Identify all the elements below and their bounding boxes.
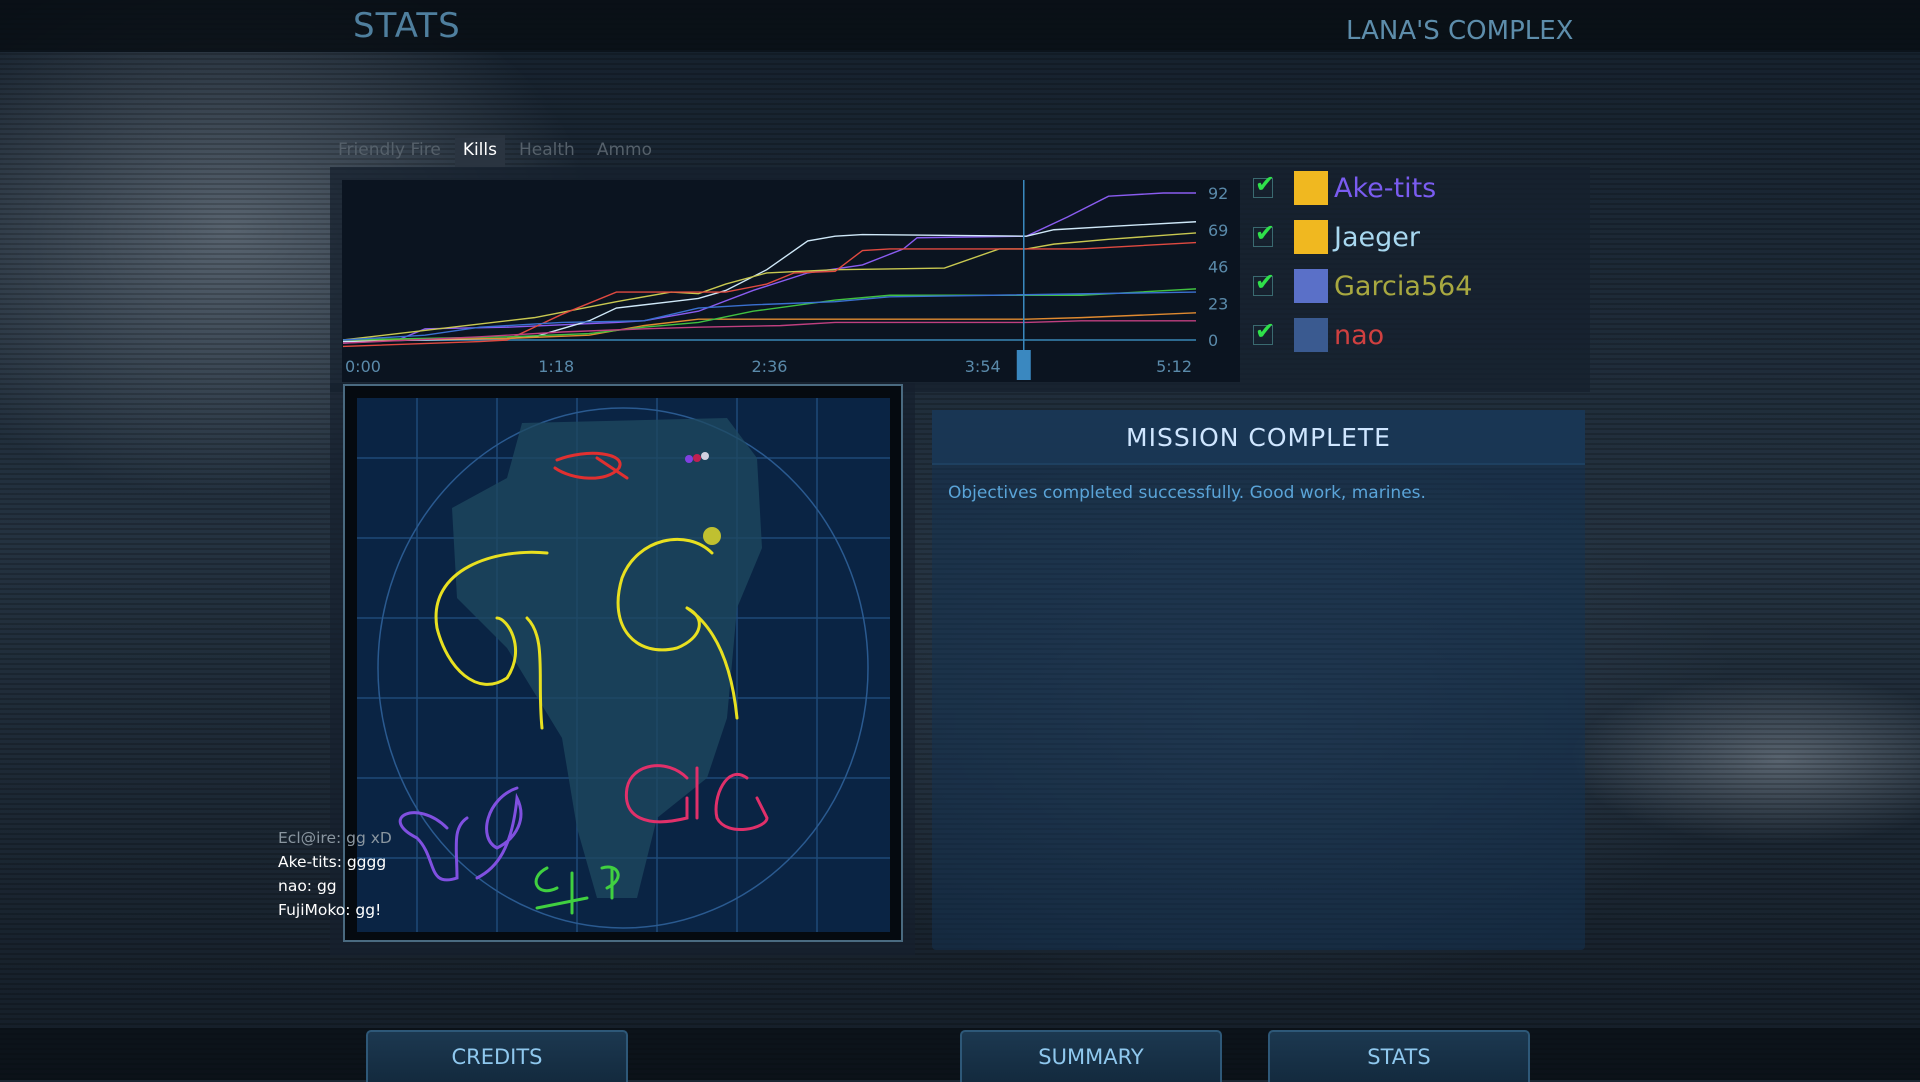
y-tick-label: 0: [1208, 331, 1218, 350]
player-name: Garcia564: [1334, 270, 1473, 302]
map-name: LANA'S COMPLEX: [1346, 16, 1574, 46]
checkmark-icon: ✔: [1255, 317, 1276, 345]
y-tick-label: 46: [1208, 258, 1228, 277]
chat-message: nao: gg: [278, 877, 337, 895]
anime-girl-avatar: [1294, 269, 1328, 303]
yellow-cartoon-avatar: [1294, 171, 1328, 205]
y-tick-label: 23: [1208, 294, 1228, 313]
player-name: Jaeger: [1334, 221, 1420, 253]
y-tick-label: 92: [1208, 184, 1228, 203]
mission-panel: MISSION COMPLETE Objectives completed su…: [932, 410, 1585, 950]
credits-button[interactable]: CREDITS: [366, 1030, 628, 1082]
checkmark-icon: ✔: [1255, 268, 1276, 296]
player-row: ✔ Garcia564: [1253, 266, 1472, 306]
minimap-frame: [343, 384, 903, 942]
player-name: nao: [1334, 319, 1385, 351]
x-tick-label: 2:36: [752, 357, 788, 376]
player-row: ✔ nao: [1253, 315, 1384, 355]
chat-message: FujiMoko: gg!: [278, 901, 382, 919]
player-toggle-checkbox[interactable]: ✔: [1253, 317, 1275, 345]
x-tick-label: 3:54: [965, 357, 1001, 376]
mission-title: MISSION COMPLETE: [932, 410, 1585, 465]
chart-svg[interactable]: 0:00 1:18 2:36 3:54 5:12 0 23 46 69 92: [342, 180, 1240, 382]
top-bar: [0, 0, 1920, 52]
series-line-series-6: [342, 288, 1197, 341]
stat-tabs: Friendly Fire Kills Health Ammo: [330, 135, 666, 167]
minimap-drawing: [357, 398, 890, 932]
player-toggle-checkbox[interactable]: ✔: [1253, 219, 1275, 247]
tab-health[interactable]: Health: [511, 135, 583, 167]
player-row: ✔ Ake-tits: [1253, 168, 1436, 208]
chat-message: Ake-tits: gggg: [278, 853, 387, 871]
series-line-series-7: [342, 291, 1197, 341]
page-title: STATS: [353, 6, 461, 46]
kills-chart[interactable]: 0:00 1:18 2:36 3:54 5:12 0 23 46 69 92: [342, 180, 1240, 382]
time-scrubber-handle[interactable]: [1016, 350, 1031, 380]
chat-message: Ecl@ire: gg xD: [278, 829, 392, 847]
chat-log: Ecl@ire: gg xD Ake-tits: gggg nao: gg Fu…: [278, 826, 392, 922]
tab-friendly-fire[interactable]: Friendly Fire: [330, 135, 449, 167]
x-tick-label: 0:00: [345, 357, 381, 376]
blue-space-avatar: [1294, 318, 1328, 352]
checkmark-icon: ✔: [1255, 219, 1276, 247]
tab-ammo[interactable]: Ammo: [589, 135, 660, 167]
mission-description: Objectives completed successfully. Good …: [948, 483, 1426, 503]
stats-button[interactable]: STATS: [1268, 1030, 1530, 1082]
series-line-Jaeger: [342, 221, 1197, 343]
x-tick-label: 1:18: [538, 357, 574, 376]
minimap[interactable]: [357, 398, 890, 932]
player-toggle-checkbox[interactable]: ✔: [1253, 268, 1275, 296]
checkmark-icon: ✔: [1255, 170, 1276, 198]
tab-kills[interactable]: Kills: [454, 135, 505, 167]
x-tick-label: 5:12: [1156, 357, 1192, 376]
player-row: ✔ Jaeger: [1253, 217, 1420, 257]
player-name: Ake-tits: [1334, 172, 1437, 204]
summary-button[interactable]: SUMMARY: [960, 1030, 1222, 1082]
yellow-cartoon-avatar: [1294, 220, 1328, 254]
y-tick-label: 69: [1208, 221, 1228, 240]
player-toggle-checkbox[interactable]: ✔: [1253, 170, 1275, 198]
